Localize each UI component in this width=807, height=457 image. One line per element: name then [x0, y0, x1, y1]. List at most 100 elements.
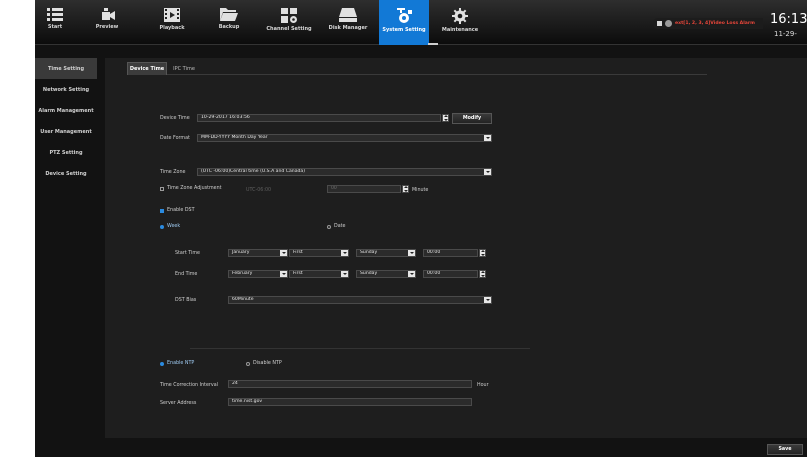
enable-dst-checkbox[interactable]: Enable DST: [160, 208, 195, 213]
sidebar-item-time-setting[interactable]: Time Setting: [35, 58, 97, 79]
toolbar-preview-label: Preview: [95, 24, 119, 30]
tz-minute-spinner[interactable]: [402, 185, 409, 193]
ntp-interval-field[interactable]: 24: [228, 380, 472, 388]
alarm-notification[interactable]: ext[1, 2, 3, 4]Video Loss Alarm: [653, 18, 763, 29]
clock-time: 16:13: [770, 12, 807, 27]
date-format-select[interactable]: MM-DD-YYYY Month Day Year: [197, 134, 492, 142]
sidebar-item-network-setting[interactable]: Network Setting: [35, 79, 97, 100]
end-hour-spinner[interactable]: [479, 270, 486, 278]
toolbar-system-setting-label: System Setting: [382, 27, 426, 33]
toolbar-backup-label: Backup: [218, 24, 240, 30]
save-button[interactable]: Save: [767, 444, 803, 455]
radio-dot: [327, 224, 331, 229]
time-zone-select[interactable]: (UTC -06:00)Central time (U.S.A and Cana…: [197, 168, 492, 176]
chevron-down-icon: [341, 271, 348, 277]
start-hour-spinner[interactable]: [479, 249, 486, 257]
settings-sidebar: Time Setting Network Setting Alarm Manag…: [35, 58, 97, 184]
checkbox-box: [160, 186, 164, 191]
enable-ntp-radio[interactable]: Enable NTP: [160, 361, 194, 366]
chevron-down-icon: [341, 250, 348, 256]
dvr-window: Start Preview Playback Backup Channel Se…: [35, 0, 807, 457]
start-hour-field[interactable]: 00:00: [423, 249, 478, 257]
device-time-field[interactable]: 10-29-2017 16:03:56: [197, 114, 441, 122]
disable-ntp-label: Disable NTP: [253, 361, 282, 366]
tz-adjust-checkbox[interactable]: Time Zone Adjustment: [160, 186, 222, 191]
tab-device-time[interactable]: Device Time: [127, 62, 167, 75]
toolbar-channel-setting[interactable]: Channel Setting: [261, 0, 317, 45]
dst-bias-value: 60Minute: [232, 297, 254, 302]
toolbar-maintenance[interactable]: Maintenance: [435, 0, 485, 45]
chevron-down-icon: [484, 135, 491, 141]
time-tabs: Device Time IPC Time: [127, 62, 707, 75]
active-tab-indicator: [428, 43, 438, 45]
end-month-value: February: [232, 271, 253, 276]
end-month-select[interactable]: February: [228, 270, 288, 278]
dst-bias-select[interactable]: 60Minute: [228, 296, 492, 304]
end-hour-field[interactable]: 00:00: [423, 270, 478, 278]
chevron-down-icon: [484, 297, 491, 303]
server-address-field[interactable]: time.nist.gov: [228, 398, 472, 406]
chevron-down-icon: [408, 250, 415, 256]
tz-adjust-utc: UTC-06:00: [246, 188, 272, 193]
settings-panel: Device Time IPC Time Device Time 10-29-2…: [105, 58, 807, 438]
disable-ntp-radio[interactable]: Disable NTP: [246, 361, 282, 366]
chevron-down-icon: [408, 271, 415, 277]
date-format-label: Date Format: [160, 136, 190, 141]
toolbar-start[interactable]: Start: [35, 0, 75, 45]
main-toolbar: Start Preview Playback Backup Channel Se…: [35, 0, 807, 45]
toolbar-playback-label: Playback: [159, 25, 185, 31]
dst-bias-label: DST Bias: [175, 298, 197, 303]
dst-date-radio[interactable]: Date: [327, 224, 345, 229]
start-week-select[interactable]: First: [289, 249, 349, 257]
section-divider: [190, 348, 530, 349]
enable-ntp-label: Enable NTP: [167, 361, 195, 366]
end-day-select[interactable]: Sunday: [356, 270, 416, 278]
start-month-select[interactable]: January: [228, 249, 288, 257]
start-day-select[interactable]: Sunday: [356, 249, 416, 257]
sidebar-item-device-setting[interactable]: Device Setting: [35, 163, 97, 184]
start-day-value: Sunday: [360, 250, 378, 255]
toolbar-backup[interactable]: Backup: [208, 0, 250, 45]
tz-adjust-label: Time Zone Adjustment: [167, 186, 222, 191]
chevron-down-icon: [280, 271, 287, 277]
alarm-text: ext[1, 2, 3, 4]Video Loss Alarm: [675, 21, 755, 26]
radio-dot: [160, 361, 164, 366]
start-month-value: January: [232, 250, 250, 255]
chevron-down-icon: [484, 169, 491, 175]
toolbar-playback[interactable]: Playback: [151, 0, 193, 45]
radio-dot: [160, 224, 164, 229]
chevron-down-icon: [280, 250, 287, 256]
radio-dot: [246, 361, 250, 366]
enable-dst-label: Enable DST: [167, 208, 195, 213]
week-label: Week: [167, 224, 181, 229]
time-zone-value: (UTC -06:00)Central time (U.S.A and Cana…: [201, 169, 306, 174]
minute-unit-label: Minute: [412, 188, 429, 193]
toolbar-maintenance-label: Maintenance: [441, 27, 479, 33]
checkbox-box: [160, 208, 164, 213]
toolbar-disk-manager-label: Disk Manager: [328, 25, 368, 31]
maintenance-gear-icon: [452, 8, 468, 24]
end-time-label: End Time: [175, 272, 198, 277]
toolbar-preview[interactable]: Preview: [87, 0, 127, 45]
sidebar-item-user-management[interactable]: User Management: [35, 121, 97, 142]
toolbar-channel-setting-label: Channel Setting: [266, 26, 312, 32]
sidebar-item-ptz-setting[interactable]: PTZ Setting: [35, 142, 97, 163]
toolbar-disk-manager[interactable]: Disk Manager: [323, 0, 373, 45]
time-zone-label: Time Zone: [160, 170, 186, 175]
device-time-label: Device Time: [160, 116, 190, 121]
end-week-select[interactable]: First: [289, 270, 349, 278]
tab-ipc-time[interactable]: IPC Time: [169, 62, 199, 75]
date-format-value: MM-DD-YYYY Month Day Year: [201, 135, 268, 140]
modify-button[interactable]: Modify: [452, 113, 492, 124]
sidebar-item-alarm-management[interactable]: Alarm Management: [35, 100, 97, 121]
tz-minute-field[interactable]: 00: [327, 185, 401, 193]
preview-icon: [102, 8, 115, 20]
toolbar-system-setting[interactable]: System Setting: [379, 0, 429, 45]
disk-manager-icon: [339, 8, 357, 22]
end-week-value: First: [293, 271, 303, 276]
end-day-value: Sunday: [360, 271, 378, 276]
device-time-spinner[interactable]: [442, 114, 449, 122]
start-time-label: Start Time: [175, 251, 200, 256]
dst-week-radio[interactable]: Week: [160, 224, 180, 229]
alarm-bell-icon: [665, 20, 672, 27]
